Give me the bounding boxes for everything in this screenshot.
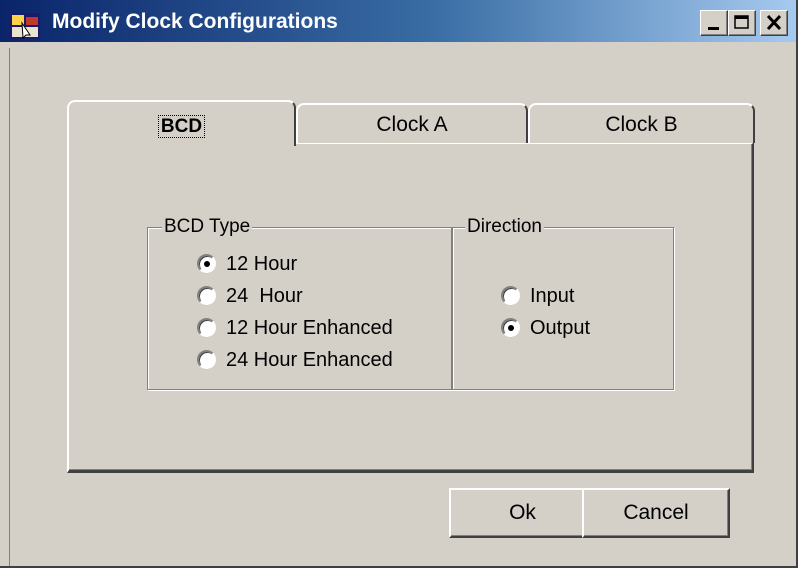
window-edge [9, 48, 10, 566]
radio-circle [501, 318, 520, 337]
tab-bcd-label: BCD [157, 115, 206, 138]
tab-clock-a[interactable]: Clock A [296, 103, 528, 143]
radio-label: 24 Hour Enhanced [226, 349, 393, 371]
tab-bcd[interactable]: BCD [67, 100, 296, 146]
radio-label: 12 Hour [226, 253, 298, 275]
dialog-window: Modify Clock Configurations BCD Clock A … [0, 0, 798, 568]
radio-dot [204, 261, 210, 267]
radio-circle [501, 286, 520, 305]
maximize-button[interactable] [728, 10, 756, 36]
minimize-button[interactable] [700, 10, 728, 36]
radio-circle [197, 318, 216, 337]
title-bar[interactable]: Modify Clock Configurations [0, 0, 796, 42]
close-button[interactable] [760, 10, 788, 36]
minimize-icon [708, 27, 719, 30]
radio-label: Input [530, 285, 575, 307]
radio-circle [197, 286, 216, 305]
cancel-button[interactable]: Cancel [582, 488, 730, 538]
radio-dot [508, 325, 514, 331]
radio-label: 24 Hour [226, 285, 303, 307]
maximize-icon [734, 15, 749, 29]
window-title: Modify Clock Configurations [52, 10, 338, 33]
tab-clock-b[interactable]: Clock B [528, 103, 755, 143]
radio-label: Output [530, 317, 591, 339]
radio-circle [197, 350, 216, 369]
app-icon[interactable] [10, 13, 40, 40]
ok-button[interactable]: Ok [449, 488, 596, 538]
radio-circle [197, 254, 216, 273]
radio-label: 12 Hour Enhanced [226, 317, 393, 339]
close-icon [766, 14, 782, 31]
direction-title: Direction [465, 214, 544, 240]
bcd-type-title: BCD Type [162, 214, 253, 240]
